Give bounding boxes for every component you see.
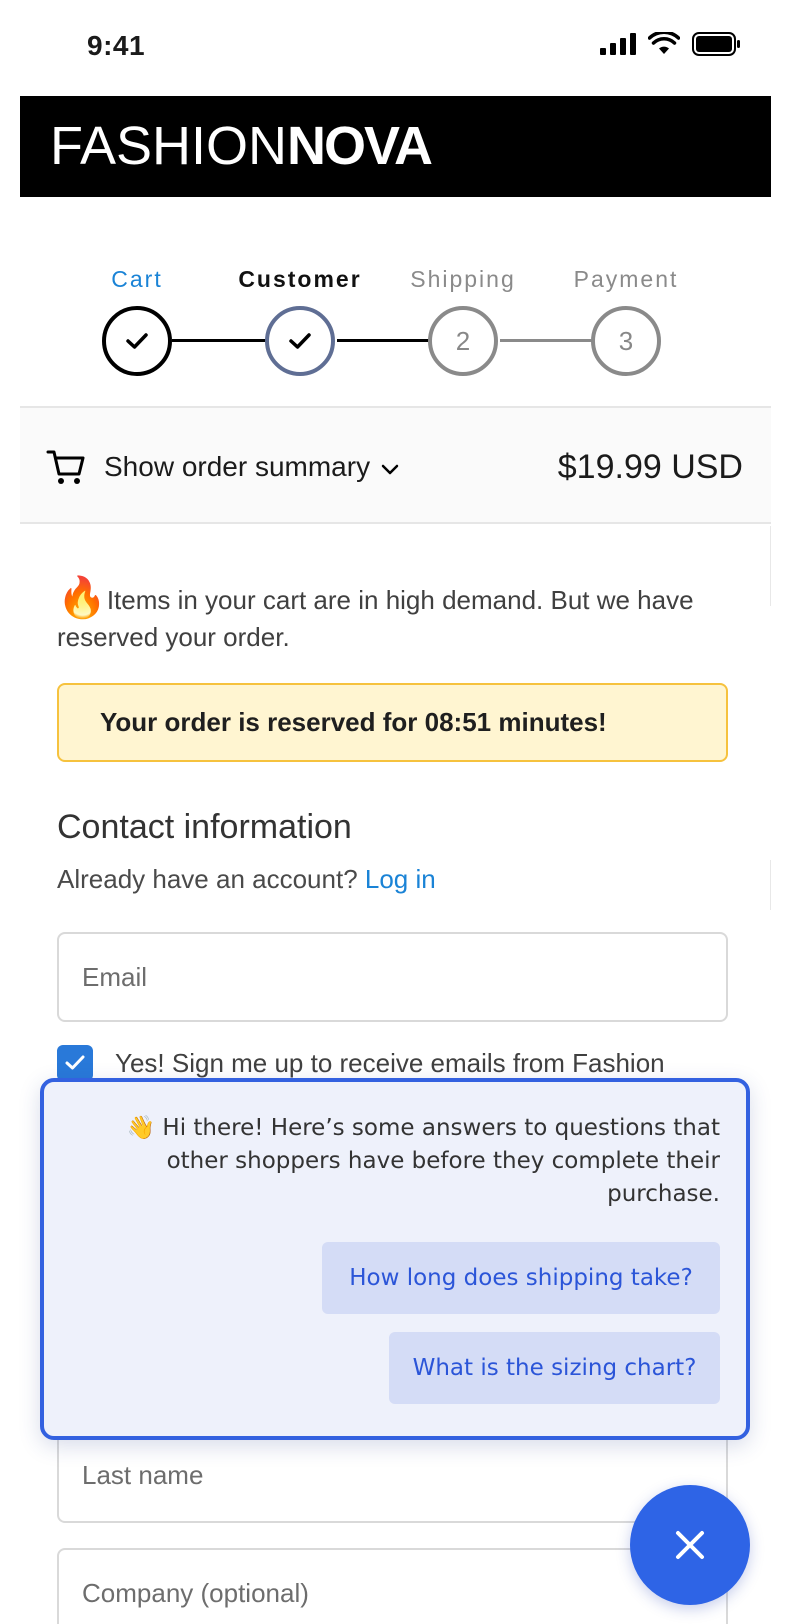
- chat-popup: 👋 Hi there! Here’s some answers to quest…: [40, 1078, 750, 1440]
- order-total: $19.99 USD: [557, 447, 743, 486]
- company-field[interactable]: Company (optional): [57, 1548, 728, 1624]
- step-label-customer: Customer: [238, 266, 362, 292]
- logo-bold-text: NOVA: [287, 116, 433, 176]
- order-summary-toggle[interactable]: Show order summary: [46, 408, 400, 526]
- chevron-down-icon: [381, 464, 399, 475]
- email-placeholder: Email: [82, 961, 148, 992]
- account-prompt-text: Already have an account?: [57, 864, 358, 894]
- edge-divider: [770, 526, 771, 606]
- chat-greeting-text: Hi there! Here’s some answers to questio…: [162, 1115, 720, 1207]
- logo-light-text: FASHION: [50, 116, 288, 176]
- fashion-nova-logo[interactable]: FASHION NOVA: [50, 116, 433, 176]
- last-name-field[interactable]: Last name: [57, 1433, 728, 1523]
- cellular-signal-icon: [600, 33, 636, 55]
- email-field[interactable]: Email: [57, 932, 728, 1022]
- battery-icon: [692, 32, 740, 56]
- edge-divider: [770, 860, 771, 910]
- last-name-placeholder: Last name: [82, 1459, 204, 1490]
- checkout-stepper: Cart Customer Shipping Payment 2 3: [20, 240, 771, 380]
- chat-greeting: 👋 Hi there! Here’s some answers to quest…: [120, 1112, 720, 1211]
- brand-header: FASHION NOVA: [20, 96, 771, 197]
- high-demand-message: Items in your cart are in high demand. B…: [57, 585, 694, 652]
- step-label-cart[interactable]: Cart: [111, 266, 162, 293]
- step-customer: [265, 306, 335, 376]
- reservation-timer-text: Your order is reserved for 08:51 minutes…: [100, 707, 607, 737]
- check-icon: [289, 333, 311, 349]
- order-summary-label: Show order summary: [104, 451, 371, 482]
- chat-suggestion-shipping-time[interactable]: How long does shipping take?: [322, 1242, 720, 1314]
- login-link[interactable]: Log in: [365, 864, 436, 894]
- chat-suggestion-sizing-chart[interactable]: What is the sizing chart?: [389, 1332, 720, 1404]
- close-icon: [676, 1531, 704, 1559]
- cart-icon: [46, 450, 85, 484]
- step-label-payment: Payment: [573, 266, 679, 292]
- company-placeholder: Company (optional): [82, 1578, 309, 1608]
- step-cart[interactable]: [102, 306, 172, 376]
- step-label-shipping: Shipping: [410, 266, 516, 292]
- newsletter-option: Yes! Sign me up to receive emails from F…: [57, 1045, 665, 1081]
- step-number-shipping: 2: [455, 325, 471, 356]
- step-number-payment: 3: [618, 325, 634, 356]
- contact-info-heading: Contact information: [57, 808, 352, 846]
- fire-icon: 🔥: [57, 576, 107, 620]
- step-shipping: 2: [428, 306, 498, 376]
- reservation-timer-banner: Your order is reserved for 08:51 minutes…: [57, 683, 728, 762]
- status-time: 9:41: [87, 30, 146, 61]
- account-prompt: Already have an account? Log in: [57, 864, 436, 895]
- newsletter-label: Yes! Sign me up to receive emails from F…: [115, 1047, 665, 1078]
- order-summary-bar: Show order summary $19.99 USD: [20, 406, 771, 524]
- check-icon: [126, 333, 148, 349]
- step-payment: 3: [591, 306, 661, 376]
- wifi-icon: [648, 32, 680, 54]
- newsletter-checkbox[interactable]: [57, 1045, 93, 1081]
- high-demand-notice: 🔥Items in your cart are in high demand. …: [57, 578, 727, 656]
- status-icons: [600, 32, 740, 56]
- checkout-page: 9:41 FASHION NOVA Cart Customer Shipping…: [0, 0, 790, 1624]
- check-icon: [65, 1055, 85, 1070]
- waving-hand-icon: 👋: [126, 1115, 156, 1141]
- close-chat-button[interactable]: [630, 1485, 750, 1605]
